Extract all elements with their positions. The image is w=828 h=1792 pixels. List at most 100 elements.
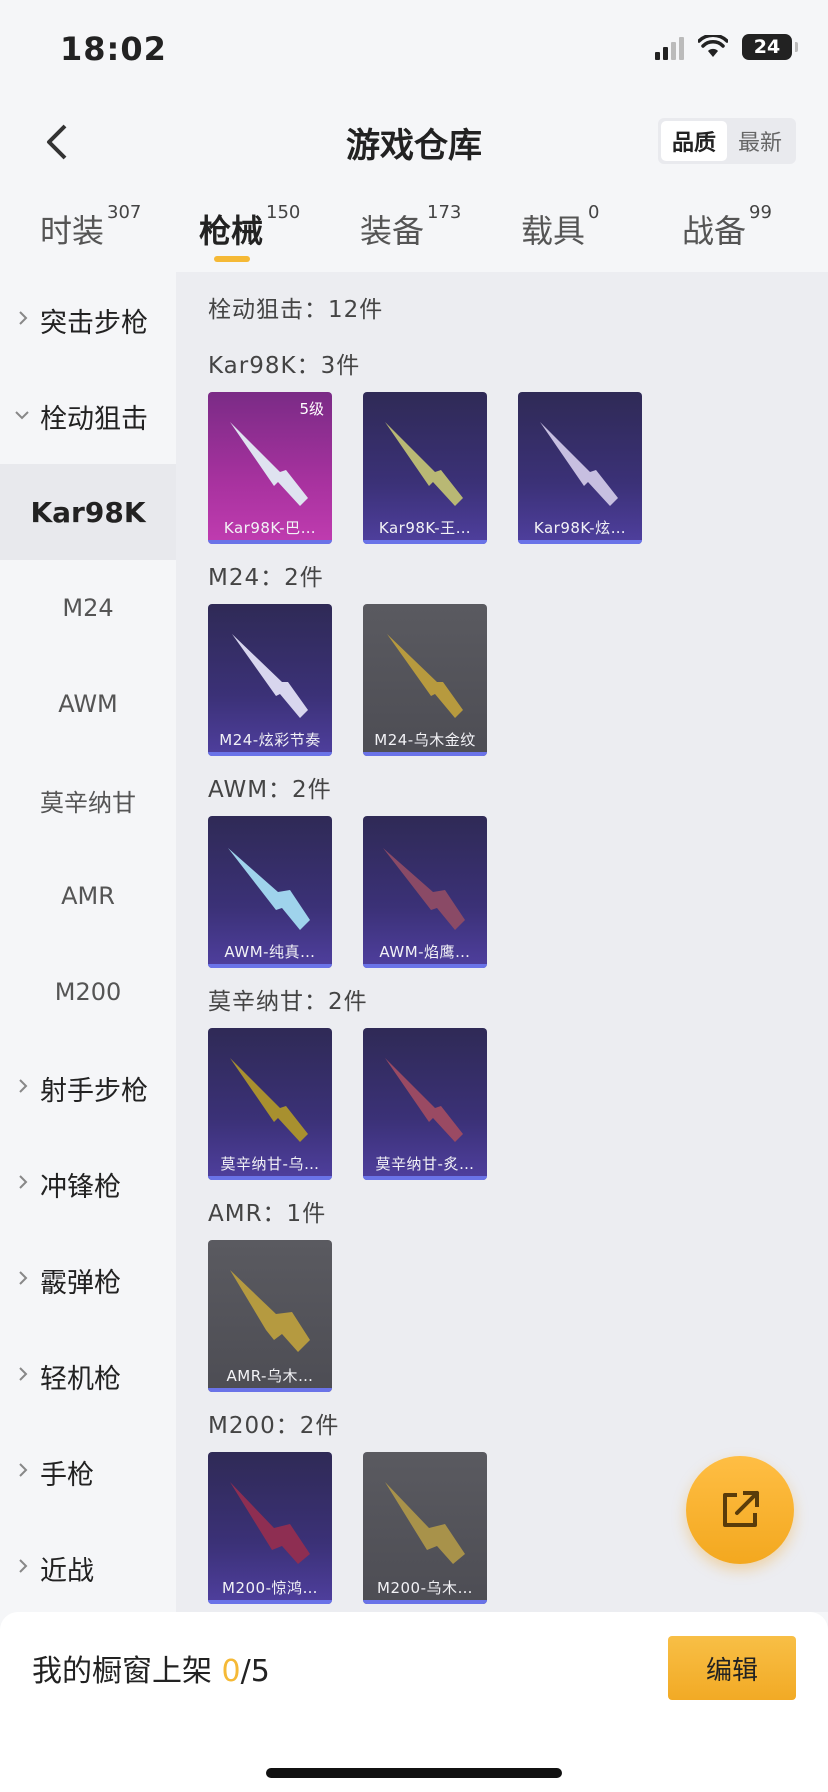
sidebar-item-m24[interactable]: M24 <box>0 560 176 656</box>
item-label: 莫辛纳甘-乌… <box>220 1155 320 1173</box>
cellular-signal-icon <box>655 34 684 60</box>
rifle-icon <box>383 848 465 930</box>
sidebar-item-label: 射手步枪 <box>40 1075 148 1107</box>
share-button[interactable] <box>686 1456 794 1564</box>
item-card[interactable]: M200-乌木… <box>363 1452 487 1604</box>
item-grid-panel[interactable]: 栓动狙击：12件 Kar98K：3件 5级 Kar98K-巴… Kar98K-王… <box>176 272 828 1612</box>
rifle-icon <box>232 634 308 718</box>
tab-equipment[interactable]: 装备 173 <box>322 196 483 268</box>
item-label: 莫辛纳甘-炙… <box>375 1155 475 1173</box>
chevron-down-icon <box>15 411 29 420</box>
tab-count: 173 <box>427 202 462 223</box>
tab-vehicles[interactable]: 载具 0 <box>483 196 644 268</box>
rifle-icon <box>385 1482 465 1564</box>
chevron-right-icon <box>19 311 28 325</box>
section-title: M24：2件 <box>208 565 324 591</box>
item-label: AWM-纯真… <box>224 943 316 961</box>
sort-option-quality[interactable]: 品质 <box>661 121 727 161</box>
sidebar-item-label: AWM <box>58 690 118 718</box>
chevron-right-icon <box>19 1271 28 1285</box>
rifle-icon <box>230 1058 308 1142</box>
tab-label: 枪械 <box>199 212 264 250</box>
rifle-icon <box>540 422 618 506</box>
item-label: AMR-乌木… <box>226 1367 314 1385</box>
sidebar-item-kar98k[interactable]: Kar98K <box>0 464 176 560</box>
item-label: M24-乌木金纹 <box>374 731 476 749</box>
item-card[interactable]: 莫辛纳甘-炙… <box>363 1028 487 1180</box>
sidebar-item-label: 莫辛纳甘 <box>40 788 136 817</box>
section-title: Kar98K：3件 <box>208 353 361 379</box>
tab-firearms[interactable]: 枪械 150 <box>161 196 322 268</box>
item-label: AWM-焰鹰… <box>379 943 471 961</box>
sidebar-item-m200[interactable]: M200 <box>0 944 176 1040</box>
edit-button[interactable]: 编辑 <box>668 1636 796 1700</box>
sidebar-item-bolt-action[interactable]: 栓动狙击 <box>0 368 176 464</box>
showcase-current-count: 0 <box>221 1654 241 1689</box>
item-card[interactable]: 5级 Kar98K-巴… <box>208 392 332 544</box>
tab-fashion[interactable]: 时装 307 <box>0 196 161 268</box>
sidebar-item-label: Kar98K <box>30 495 146 529</box>
tab-label: 载具 <box>521 212 586 250</box>
rifle-icon <box>387 634 463 718</box>
tab-gear[interactable]: 战备 99 <box>644 196 805 268</box>
sidebar-item-pistols[interactable]: 手枪 <box>0 1424 176 1520</box>
item-card[interactable]: AWM-焰鹰… <box>363 816 487 968</box>
sidebar-item-label: M200 <box>54 978 122 1006</box>
card-row: 5级 Kar98K-巴… Kar98K-王… Kar98K-炫… <box>208 392 642 544</box>
sidebar-item-smg[interactable]: 冲锋枪 <box>0 1136 176 1232</box>
sidebar-item-label: 手枪 <box>40 1459 94 1491</box>
rifle-icon <box>385 1058 463 1142</box>
sidebar-item-lmg[interactable]: 轻机枪 <box>0 1328 176 1424</box>
sidebar-item-label: AMR <box>61 882 115 910</box>
sidebar-item-assault-rifles[interactable]: 突击步枪 <box>0 272 176 368</box>
wifi-icon <box>698 35 728 57</box>
sidebar-item-label: 霰弹枪 <box>40 1267 121 1299</box>
sidebar-item-label: 突击步枪 <box>40 307 148 339</box>
item-card[interactable]: 莫辛纳甘-乌… <box>208 1028 332 1180</box>
battery-icon: 24 <box>742 34 798 60</box>
status-bar: 18:02 24 <box>0 0 828 100</box>
chevron-right-icon <box>19 1175 28 1189</box>
showcase-label: 我的橱窗上架 <box>32 1654 222 1689</box>
item-label: M200-乌木… <box>377 1579 473 1597</box>
sidebar-item-label: 冲锋枪 <box>40 1171 121 1203</box>
item-card[interactable]: Kar98K-炫… <box>518 392 642 544</box>
rifle-icon <box>230 422 308 506</box>
tab-label: 战备 <box>682 212 747 250</box>
sidebar-item-awm[interactable]: AWM <box>0 656 176 752</box>
item-card[interactable]: M24-乌木金纹 <box>363 604 487 756</box>
header: 游戏仓库 品质 最新 <box>0 100 828 184</box>
sort-toggle: 品质 最新 <box>658 118 796 164</box>
item-card[interactable]: Kar98K-王… <box>363 392 487 544</box>
item-card[interactable]: M200-惊鸿… <box>208 1452 332 1604</box>
item-card[interactable]: M24-炫彩节奏 <box>208 604 332 756</box>
card-row: AWM-纯真… AWM-焰鹰… <box>208 816 487 968</box>
item-card[interactable]: AWM-纯真… <box>208 816 332 968</box>
chevron-right-icon <box>19 1559 28 1573</box>
home-indicator[interactable] <box>266 1768 562 1778</box>
card-row: AMR-乌木… <box>208 1240 332 1392</box>
item-label: Kar98K-王… <box>378 519 472 537</box>
sidebar-item-shotguns[interactable]: 霰弹枪 <box>0 1232 176 1328</box>
card-row: M24-炫彩节奏 M24-乌木金纹 <box>208 604 487 756</box>
rifle-icon <box>228 848 310 930</box>
sidebar-item-mosin[interactable]: 莫辛纳甘 <box>0 752 176 848</box>
chevron-right-icon <box>19 1367 28 1381</box>
tab-count: 0 <box>588 202 600 223</box>
sidebar-item-label: 栓动狙击 <box>40 403 148 435</box>
item-label: Kar98K-炫… <box>533 519 627 537</box>
card-row: M200-惊鸿… M200-乌木… <box>208 1452 487 1604</box>
sidebar-item-label: 近战 <box>40 1555 94 1587</box>
rifle-icon <box>230 1270 310 1352</box>
sort-option-newest[interactable]: 最新 <box>727 121 793 161</box>
sidebar-item-marksman-rifles[interactable]: 射手步枪 <box>0 1040 176 1136</box>
status-icons: 24 <box>655 34 798 60</box>
sidebar-item-melee[interactable]: 近战 <box>0 1520 176 1616</box>
tab-count: 99 <box>749 202 772 223</box>
category-header: 栓动狙击：12件 <box>208 297 384 323</box>
sidebar-item-amr[interactable]: AMR <box>0 848 176 944</box>
item-card[interactable]: AMR-乌木… <box>208 1240 332 1392</box>
tab-count: 150 <box>266 202 301 223</box>
tab-count: 307 <box>107 202 142 223</box>
external-link-icon <box>723 1491 759 1527</box>
